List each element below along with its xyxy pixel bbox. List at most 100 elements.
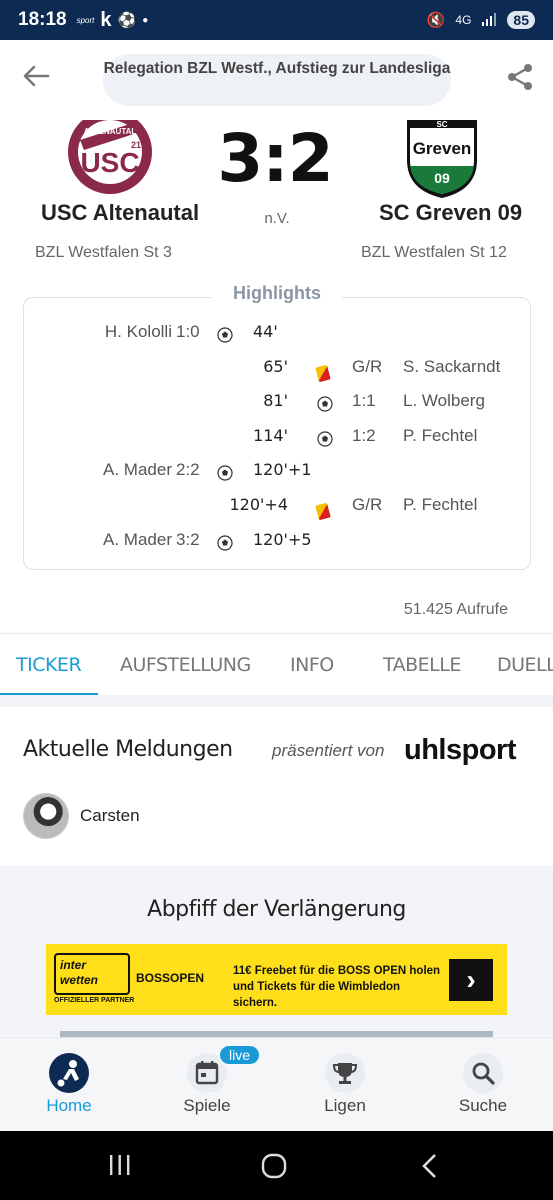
nav-home[interactable]: Home [0,1038,138,1132]
nav-home-label: Home [46,1096,92,1115]
event-player: A. Mader [103,529,172,549]
goal-icon [217,534,233,556]
battery-level: 85 [507,11,535,29]
network-label: 4G [455,13,472,27]
highlight-event[interactable]: H. Kololli 1:0 44' [23,318,531,348]
player-icon [49,1053,89,1093]
event-minute: 44' [253,322,278,341]
competition-pill[interactable]: Relegation BZL Westf., Aufstieg zur Land… [103,54,451,106]
event-score: 2:2 [176,460,200,480]
event-score: 1:0 [176,322,200,341]
event-player: A. Mader [103,460,172,480]
highlight-event[interactable]: 65' G/R S. Sackarndt [23,353,531,383]
match-summary: USC 21 ALTENAUTAL 3:2 SC Greven 09 USC A… [0,120,553,280]
author-name: Carsten [80,806,140,825]
author-avatar [23,793,69,839]
presented-by-label: präsentiert von [272,741,385,760]
event-minute: 81' [263,391,288,411]
highlight-event[interactable]: A. Mader 2:2 120'+1 [23,456,531,486]
event-player: P. Fechtel [403,425,478,445]
goal-icon [217,327,233,348]
news-section-title: Aktuelle Meldungen [23,737,233,762]
away-team-name[interactable]: SC Greven 09 [379,200,522,226]
event-score: 3:2 [176,529,200,549]
tab-aufstellung[interactable]: AUFSTELLUNG [120,654,251,676]
event-player: P. Fechtel [403,495,478,514]
sponsor-logo[interactable]: uhlsport [404,734,517,767]
back-button-icon[interactable] [420,1153,440,1184]
nav-ligen[interactable]: Ligen [276,1038,414,1132]
event-player: L. Wolberg [403,391,485,411]
nav-spiele[interactable]: live Spiele [138,1038,276,1132]
highlight-event[interactable]: 81' 1:1 L. Wolberg [23,387,531,417]
clock: 18:18 [18,9,67,30]
goal-icon [217,465,233,486]
ad-banner[interactable]: inter wetten OFFIZIELLER PARTNER BOSSOPE… [46,944,507,1015]
away-team-crest[interactable]: SC Greven 09 [405,120,479,198]
event-score: G/R [352,495,383,514]
away-crest-text: Greven [413,139,472,158]
away-crest-num: 09 [434,170,450,186]
ad-event-logo: BOSSOPEN [136,971,205,985]
nav-ligen-label: Ligen [324,1096,366,1115]
away-crest-top: SC [436,120,447,129]
tab-info[interactable]: INFO [290,654,334,676]
goal-icon [317,396,333,417]
ticker-entry-title: Abpfiff der Verlängerung [147,897,406,922]
football-app-icon: ⚽ [117,12,137,29]
event-minute: 120'+4 [229,495,288,514]
home-crest-badge: 21 [131,140,141,150]
status-bar: 18:18 sport k ⚽ ● 🔇 4G 85 [0,0,553,40]
share-icon[interactable] [505,62,535,97]
trophy-icon [325,1053,365,1093]
back-arrow-icon[interactable] [22,62,50,96]
event-player: S. Sackarndt [403,356,501,376]
event-player: H. Kololli [104,322,172,341]
search-icon [463,1053,503,1093]
match-header: Relegation BZL Westf., Aufstieg zur Land… [0,40,553,120]
match-score: 3:2 [217,120,333,197]
event-score: 1:2 [352,425,376,445]
nav-spiele-label: Spiele [183,1096,231,1115]
bottom-navigation: Home live Spiele Ligen Suche [0,1037,553,1131]
event-score: G/R [352,356,383,376]
goal-icon [317,431,333,452]
mute-icon: 🔇 [426,12,446,29]
tab-tabelle[interactable]: TABELLE [383,654,461,676]
highlight-event[interactable]: 120'+4 G/R P. Fechtel [23,491,531,521]
match-tabs: TICKER AUFSTELLUNG INFO TABELLE DUELLE [0,633,553,695]
home-crest-text: USC [80,147,139,178]
section-divider [0,695,553,707]
ad-partner-label: OFFIZIELLER PARTNER [54,997,135,1004]
ad-logo: inter wetten [54,953,130,995]
event-score: 1:1 [352,391,376,411]
view-count: 51.425 Aufrufe [403,601,508,618]
highlights-title: Highlights [212,283,342,304]
kicker-app-icon: k [100,8,112,31]
event-minute: 65' [263,356,288,376]
nav-suche[interactable]: Suche [414,1038,552,1132]
ad-text: 11€ Freebet für die BOSS OPEN holen und … [233,965,441,1009]
event-minute: 114' [253,425,288,445]
nav-suche-label: Suche [458,1096,508,1115]
home-button-icon[interactable] [261,1153,287,1184]
sport-app-icon: sport [76,15,95,25]
highlight-event[interactable]: 114' 1:2 P. Fechtel [23,422,531,452]
event-minute: 120'+1 [253,460,312,480]
live-badge: live [218,1044,262,1066]
tab-duelle[interactable]: DUELLE [497,654,553,676]
tab-ticker[interactable]: TICKER [16,654,82,676]
recent-apps-icon[interactable] [108,1153,132,1182]
home-team-name[interactable]: USC Altenautal [41,200,199,226]
away-team-league: BZL Westfalen St 12 [361,244,507,261]
home-crest-ring: ALTENAUTAL [84,127,137,136]
after-extra-time-label: n.V. [264,210,290,227]
highlight-event[interactable]: A. Mader 3:2 120'+5 [23,526,531,556]
home-team-league: BZL Westfalen St 3 [35,244,172,261]
chevron-right-icon[interactable]: › [449,959,493,1001]
event-minute: 120'+5 [253,529,312,549]
system-navigation-bar [0,1131,553,1200]
home-team-crest[interactable]: USC 21 ALTENAUTAL [66,120,154,194]
dot-icon: ● [142,14,149,26]
signal-icon [481,12,497,29]
